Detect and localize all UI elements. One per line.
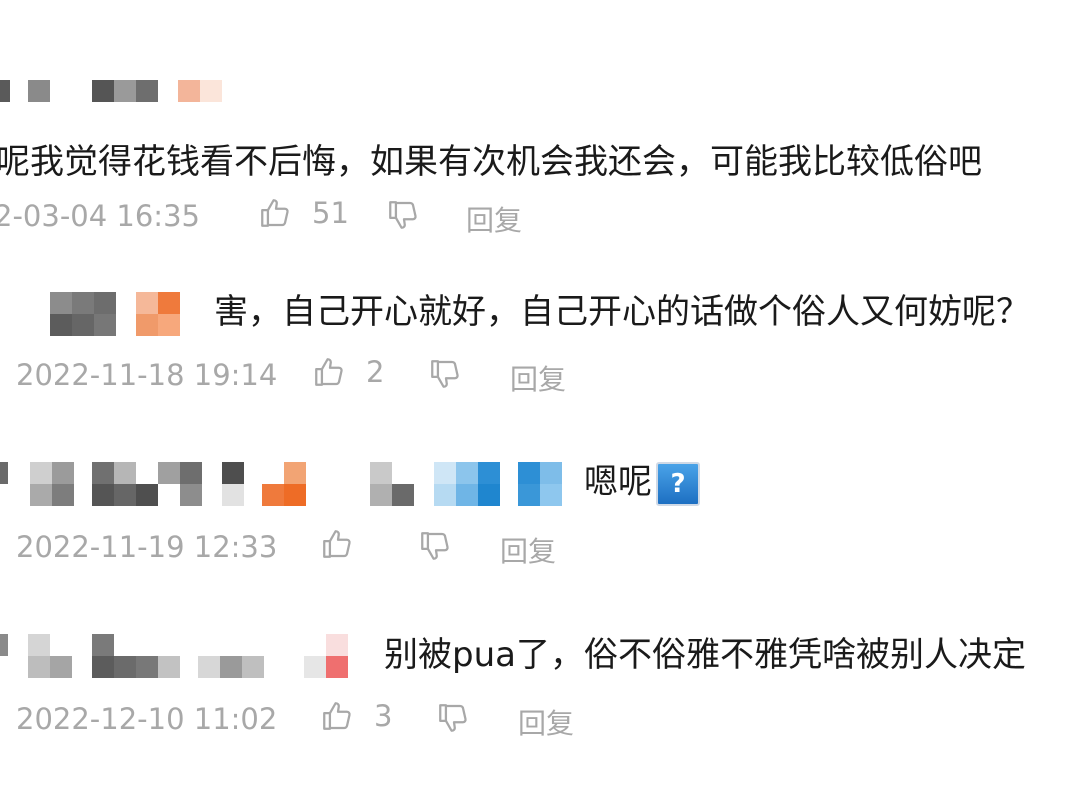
like-count: 2 bbox=[366, 355, 385, 389]
like-button[interactable] bbox=[320, 527, 354, 561]
like-button[interactable]: 2 bbox=[312, 355, 384, 389]
thumbs-up-icon bbox=[312, 355, 346, 389]
comment-list: 呢我觉得花钱看不后悔，如果有次机会我还会，可能我比较低俗吧 2-03-04 16… bbox=[0, 0, 1080, 791]
reply-button[interactable]: 回复 bbox=[518, 702, 574, 742]
comment-timestamp: 2022-12-10 11:02 bbox=[16, 702, 278, 736]
thumbs-down-icon bbox=[428, 357, 462, 391]
dislike-button[interactable] bbox=[436, 701, 470, 735]
comment-text-content: 嗯呢 bbox=[584, 462, 652, 502]
question-emoji-icon: ? bbox=[656, 461, 700, 506]
like-count: 51 bbox=[312, 196, 349, 230]
comment-timestamp: 2022-11-18 19:14 bbox=[16, 358, 278, 392]
reply-button[interactable]: 回复 bbox=[500, 530, 556, 570]
comment-text: 别被pua了，俗不俗雅不雅凭啥被别人决定 bbox=[384, 635, 1026, 675]
like-button[interactable]: 3 bbox=[320, 699, 392, 733]
comment-text: 呢我觉得花钱看不后悔，如果有次机会我还会，可能我比较低俗吧 bbox=[0, 142, 982, 182]
like-button[interactable]: 51 bbox=[258, 196, 349, 230]
like-count: 3 bbox=[374, 699, 393, 733]
comment-timestamp: 2-03-04 16:35 bbox=[0, 199, 200, 233]
thumbs-down-icon bbox=[386, 198, 420, 232]
dislike-button[interactable] bbox=[428, 357, 462, 391]
thumbs-up-icon bbox=[258, 196, 292, 230]
dislike-button[interactable] bbox=[386, 198, 420, 232]
reply-button[interactable]: 回复 bbox=[466, 199, 522, 239]
thumbs-down-icon bbox=[418, 529, 452, 563]
dislike-button[interactable] bbox=[418, 529, 452, 563]
comment-text: 害，自己开心就好，自己开心的话做个俗人又何妨呢？ bbox=[214, 292, 1030, 332]
comment-text: 嗯呢? bbox=[584, 454, 700, 506]
thumbs-down-icon bbox=[436, 701, 470, 735]
thumbs-up-icon bbox=[320, 699, 354, 733]
reply-button[interactable]: 回复 bbox=[510, 358, 566, 398]
comment-timestamp: 2022-11-19 12:33 bbox=[16, 530, 278, 564]
thumbs-up-icon bbox=[320, 527, 354, 561]
